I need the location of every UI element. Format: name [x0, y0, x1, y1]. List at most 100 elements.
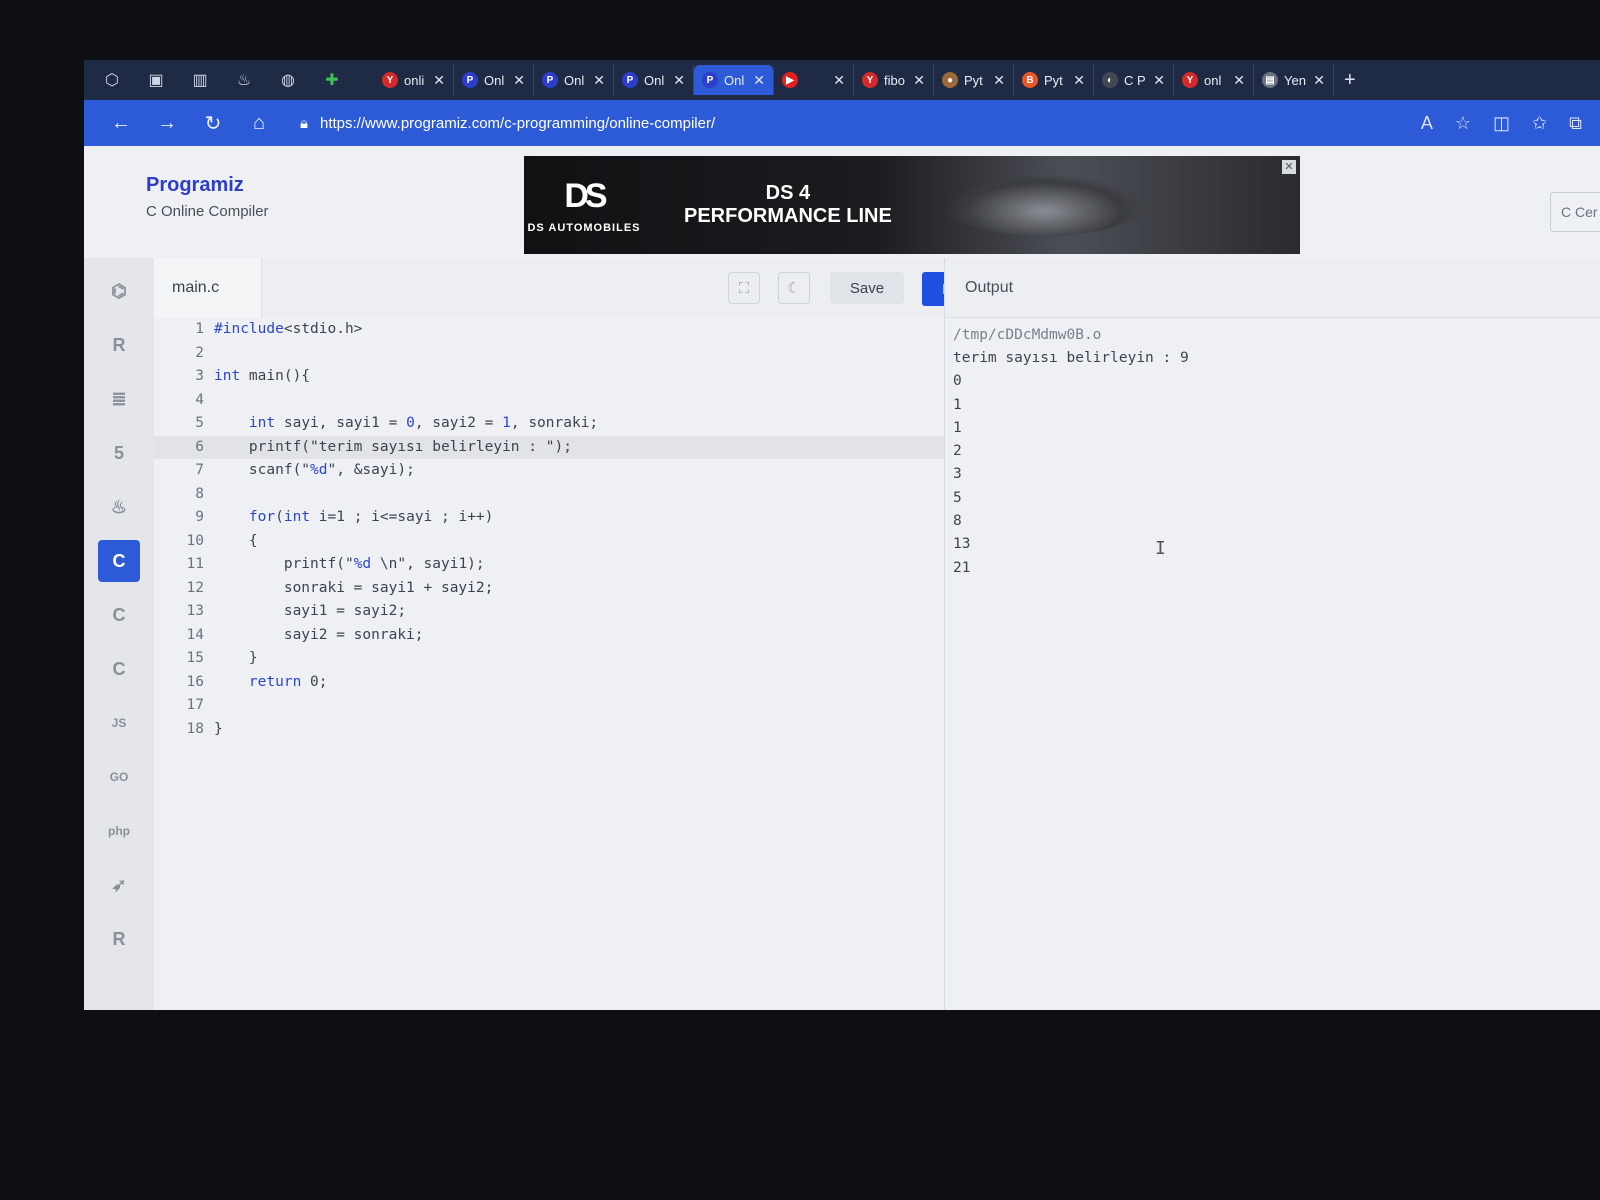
save-button[interactable]: Save: [830, 272, 904, 304]
code-line[interactable]: 3 int main(){: [154, 365, 944, 389]
editor-toolbar: main.c ⛶ ☾ Save Run: [154, 258, 992, 319]
output-console[interactable]: /tmp/cDDcMdmw0B.o I terim sayısı belirle…: [944, 318, 1600, 1010]
fullscreen-icon[interactable]: ⛶: [728, 272, 760, 304]
language-cpp-icon[interactable]: C: [98, 594, 140, 636]
code-line[interactable]: 4: [154, 389, 944, 413]
code-line[interactable]: 1 #include<stdio.h>: [154, 318, 944, 342]
favorites-icon[interactable]: ✩: [1532, 113, 1547, 134]
code-text: }: [214, 720, 223, 737]
language-r-icon[interactable]: R: [98, 324, 140, 366]
lock-icon: 🔒︎: [300, 114, 308, 132]
tab-close-icon[interactable]: ✕: [593, 72, 605, 89]
collections-add-icon[interactable]: ⧉: [1569, 113, 1582, 134]
home-icon[interactable]: ⌂: [236, 112, 282, 135]
browser-tab[interactable]: Yonli ✕: [374, 65, 454, 95]
language-java-icon[interactable]: ♨: [98, 486, 140, 528]
tab-close-icon[interactable]: ✕: [833, 72, 845, 89]
back-icon[interactable]: ←: [98, 112, 144, 135]
java-icon[interactable]: ♨: [230, 66, 258, 94]
language-python-icon[interactable]: ⌬: [98, 270, 140, 312]
tab-close-icon[interactable]: ✕: [1153, 72, 1165, 89]
spreadsheet-icon[interactable]: ✚: [318, 66, 346, 94]
language-swift-icon[interactable]: ➶: [98, 864, 140, 906]
tab-favicon-icon: P: [622, 72, 638, 88]
ad-close-icon[interactable]: ✕: [1282, 160, 1296, 174]
file-tab-main-c[interactable]: main.c: [154, 258, 262, 318]
url-field[interactable]: 🔒︎ https://www.programiz.com/c-programmi…: [300, 115, 715, 132]
code-line[interactable]: 8: [154, 483, 944, 507]
code-line[interactable]: 18}: [154, 718, 944, 742]
code-editor[interactable]: 1 #include<stdio.h> 2 3 int main(){ 4 5 int sa…: [154, 318, 944, 1010]
tab-close-icon[interactable]: ✕: [1313, 72, 1325, 89]
new-tab-button[interactable]: +: [1344, 69, 1356, 92]
code-line[interactable]: 12 sonraki = sayi1 + sayi2;: [154, 577, 944, 601]
language-rust-icon[interactable]: R: [98, 918, 140, 960]
language-html-icon[interactable]: 5: [98, 432, 140, 474]
tab-close-icon[interactable]: ✕: [913, 72, 925, 89]
read-aloud-icon[interactable]: A: [1421, 113, 1433, 134]
browser-tab[interactable]: P Onl ✕: [454, 65, 534, 95]
browser-tab[interactable]: Yfibo ✕: [854, 65, 934, 95]
split-screen-icon[interactable]: ◫: [1493, 113, 1510, 134]
tab-close-icon[interactable]: ✕: [433, 72, 445, 89]
browser-tab[interactable]: ▤ Yen ✕: [1254, 65, 1334, 95]
browser-tab[interactable]: ◐ C P ✕: [1094, 65, 1174, 95]
workspaces-icon[interactable]: ⬡: [98, 66, 126, 94]
code-line[interactable]: 17: [154, 694, 944, 718]
code-line[interactable]: 5 int sayi, sayi1 = 0, sayi2 = 1, sonrak…: [154, 412, 944, 436]
code-line[interactable]: 16 return 0;: [154, 671, 944, 695]
tab-actions-icon[interactable]: ▣: [142, 66, 170, 94]
line-number: 10: [186, 532, 204, 549]
advertisement-banner[interactable]: DS DS AUTOMOBILES DS 4 PERFORMANCE LINE …: [524, 156, 1300, 254]
app-icon[interactable]: ◍: [274, 66, 302, 94]
tab-close-icon[interactable]: ✕: [513, 72, 525, 89]
line-number: 14: [186, 626, 204, 643]
collections-icon[interactable]: ▥: [186, 66, 214, 94]
line-number: 1: [195, 321, 204, 337]
tab-favicon-icon: Y: [1182, 72, 1198, 88]
browser-tab[interactable]: ▶ ✕: [774, 65, 854, 95]
code-line[interactable]: 7 scanf("%d", &sayi);: [154, 459, 944, 483]
code-text: printf("terim sayısı belirleyin : ");: [214, 438, 572, 455]
programiz-logo[interactable]: Programiz C Online Compiler: [146, 174, 269, 220]
language-php-icon[interactable]: php: [98, 810, 140, 852]
browser-tab[interactable]: B Pyt ✕: [1014, 65, 1094, 95]
code-line[interactable]: 11 printf("%d \n", sayi1);: [154, 553, 944, 577]
tab-label: Onl: [564, 72, 585, 88]
tab-close-icon[interactable]: ✕: [1233, 72, 1245, 89]
code-line[interactable]: 14 sayi2 = sonraki;: [154, 624, 944, 648]
browser-tab[interactable]: P Onl ✕: [614, 65, 694, 95]
code-line[interactable]: 2: [154, 342, 944, 366]
code-line[interactable]: 6 printf("terim sayısı belirleyin : ");: [154, 435, 944, 459]
browser-tab[interactable]: P Onl ✕: [534, 65, 614, 95]
text-cursor-icon: I: [1155, 538, 1166, 559]
output-line: 21: [953, 559, 971, 576]
language-csharp-icon[interactable]: C: [98, 648, 140, 690]
favorite-star-icon[interactable]: ☆: [1455, 113, 1471, 134]
code-line[interactable]: 10 {: [154, 530, 944, 554]
code-line[interactable]: 13 sayi1 = sayi2;: [154, 600, 944, 624]
tab-close-icon[interactable]: ✕: [993, 72, 1005, 89]
forward-icon[interactable]: →: [144, 112, 190, 135]
address-bar: ← → ↻ ⌂ 🔒︎ https://www.programiz.com/c-p…: [84, 100, 1600, 146]
browser-tab[interactable]: Yonl ✕: [1174, 65, 1254, 95]
code-line[interactable]: 15 }: [154, 647, 944, 671]
language-javascript-icon[interactable]: JS: [98, 702, 140, 744]
output-line: 5: [953, 489, 962, 506]
language-go-icon[interactable]: GO: [98, 756, 140, 798]
tab-close-icon[interactable]: ✕: [753, 72, 765, 89]
browser-tab[interactable]: ● Pyt ✕: [934, 65, 1014, 95]
dark-mode-icon[interactable]: ☾: [778, 272, 810, 304]
language-c-icon[interactable]: C: [98, 540, 140, 582]
line-number: 7: [195, 462, 204, 478]
tab-close-icon[interactable]: ✕: [1073, 72, 1085, 89]
language-sidebar: ⌬ R ≣ 5 ♨ C C C JS GO php ➶ R: [84, 258, 155, 1010]
code-text: sonraki = sayi1 + sayi2;: [214, 579, 494, 596]
language-sql-icon[interactable]: ≣: [98, 378, 140, 420]
tab-close-icon[interactable]: ✕: [673, 72, 685, 89]
code-line[interactable]: 9 for(int i=1 ; i<=sayi ; i++): [154, 506, 944, 530]
browser-tab[interactable]: P Onl ✕: [694, 65, 774, 95]
reload-icon[interactable]: ↻: [190, 111, 236, 136]
line-number: 4: [195, 391, 204, 408]
certification-button[interactable]: C Cer: [1550, 192, 1600, 232]
